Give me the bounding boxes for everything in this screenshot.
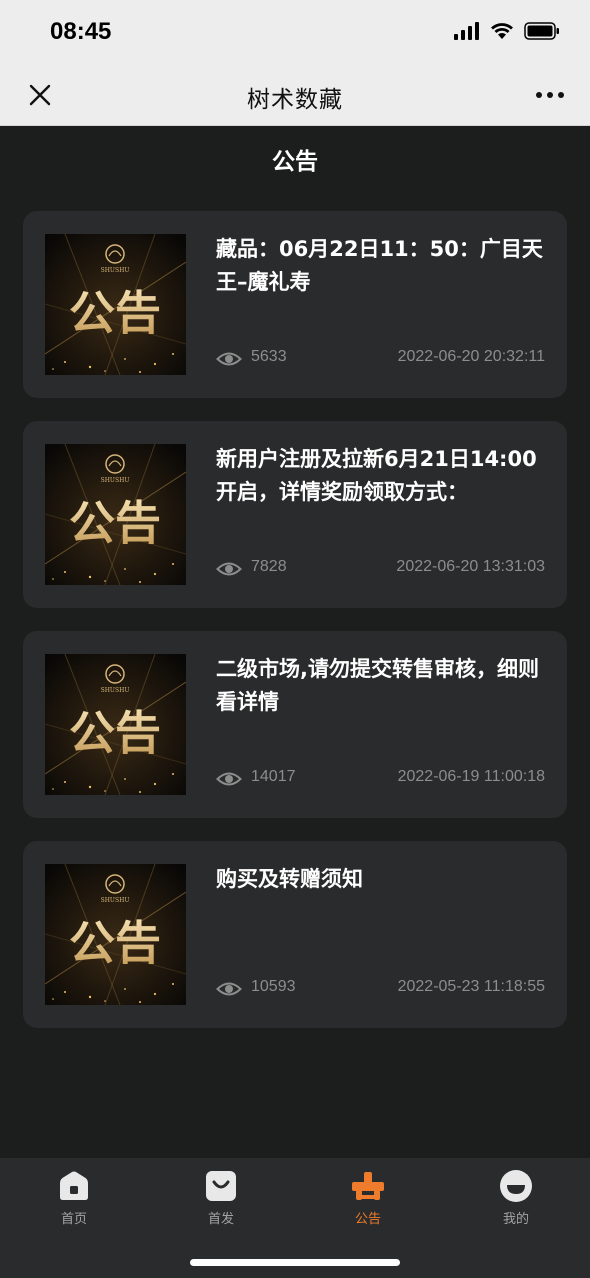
- status-bar: 08:45: [0, 0, 590, 64]
- thumbnail-logo-text: SHUSHU: [101, 687, 130, 694]
- notice-title: 二级市场,请勿提交转售审核，细则看详情: [216, 657, 539, 714]
- nav-title: 树术数藏: [247, 87, 343, 113]
- thumbnail-title-text: 公告: [69, 706, 161, 760]
- wifi-icon: [491, 23, 513, 39]
- notice-title: 藏品：06月22日11：50：广目天王–魔礼寿: [216, 237, 543, 294]
- eye-icon: [216, 562, 242, 576]
- notice-date: 2022-05-23 11:18:55: [397, 978, 545, 995]
- tab-announcement[interactable]: 公告: [318, 1168, 418, 1228]
- notice-card-1[interactable]: SHUSHU 公告 藏品：06月22日11：50：广目天王–魔礼寿 5633 2…: [23, 211, 567, 398]
- thumbnail-logo-text: SHUSHU: [101, 897, 130, 904]
- thumbnail-title-text: 公告: [69, 496, 161, 550]
- announcement-icon: [352, 1172, 384, 1200]
- nav-bar: 树术数藏: [0, 64, 590, 126]
- notice-title: 新用户注册及拉新6月21日14:00开启，详情奖励领取方式：: [216, 447, 537, 504]
- signal-icon: [454, 22, 479, 40]
- notice-meta: 7828 2022-06-20 13:31:03: [216, 557, 545, 583]
- notice-meta: 10593 2022-05-23 11:18:55: [216, 977, 545, 1003]
- notice-card-3[interactable]: SHUSHU 公告 二级市场,请勿提交转售审核，细则看详情 14017 2022…: [23, 631, 567, 818]
- notice-card-4[interactable]: SHUSHU 公告 购买及转赠须知 10593 2022-05-23 11:18…: [23, 841, 567, 1028]
- profile-icon: [500, 1170, 532, 1202]
- status-time: 08:45: [50, 18, 112, 45]
- notice-meta: 14017 2022-06-19 11:00:18: [216, 767, 545, 793]
- eye-icon: [216, 772, 242, 786]
- thumbnail-title-text: 公告: [69, 916, 161, 970]
- page-title: 公告: [272, 149, 318, 175]
- home-icon: [60, 1171, 88, 1200]
- view-count: 10593: [251, 978, 296, 995]
- battery-icon: [524, 22, 559, 40]
- notice-thumbnail: SHUSHU 公告: [45, 654, 186, 795]
- eye-icon: [216, 982, 242, 996]
- more-icon[interactable]: [536, 92, 564, 98]
- notice-card-2[interactable]: SHUSHU 公告 新用户注册及拉新6月21日14:00开启，详情奖励领取方式：…: [23, 421, 567, 608]
- notice-thumbnail: SHUSHU 公告: [45, 864, 186, 1005]
- notice-date: 2022-06-19 11:00:18: [397, 768, 545, 785]
- bag-icon: [206, 1171, 236, 1201]
- thumbnail-logo-text: SHUSHU: [101, 267, 130, 274]
- status-icons: [454, 22, 560, 40]
- notice-meta: 5633 2022-06-20 20:32:11: [216, 347, 545, 373]
- home-indicator: [190, 1259, 400, 1266]
- tab-profile[interactable]: 我的: [466, 1168, 566, 1228]
- tab-home[interactable]: 首页: [24, 1168, 124, 1228]
- thumbnail-title-text: 公告: [69, 286, 161, 340]
- notice-date: 2022-06-20 13:31:03: [396, 558, 545, 575]
- view-count: 7828: [251, 558, 287, 575]
- thumbnail-logo-text: SHUSHU: [101, 477, 130, 484]
- notice-list: SHUSHU 公告 藏品：06月22日11：50：广目天王–魔礼寿 5633 2…: [23, 211, 567, 1051]
- notice-thumbnail: SHUSHU 公告: [45, 234, 186, 375]
- notice-date: 2022-06-20 20:32:11: [397, 348, 545, 365]
- view-count: 5633: [251, 348, 287, 365]
- notice-title: 购买及转赠须知: [216, 867, 363, 891]
- notice-thumbnail: SHUSHU 公告: [45, 444, 186, 585]
- eye-icon: [216, 352, 242, 366]
- tab-launch[interactable]: 首发: [171, 1168, 271, 1228]
- view-count: 14017: [251, 768, 296, 785]
